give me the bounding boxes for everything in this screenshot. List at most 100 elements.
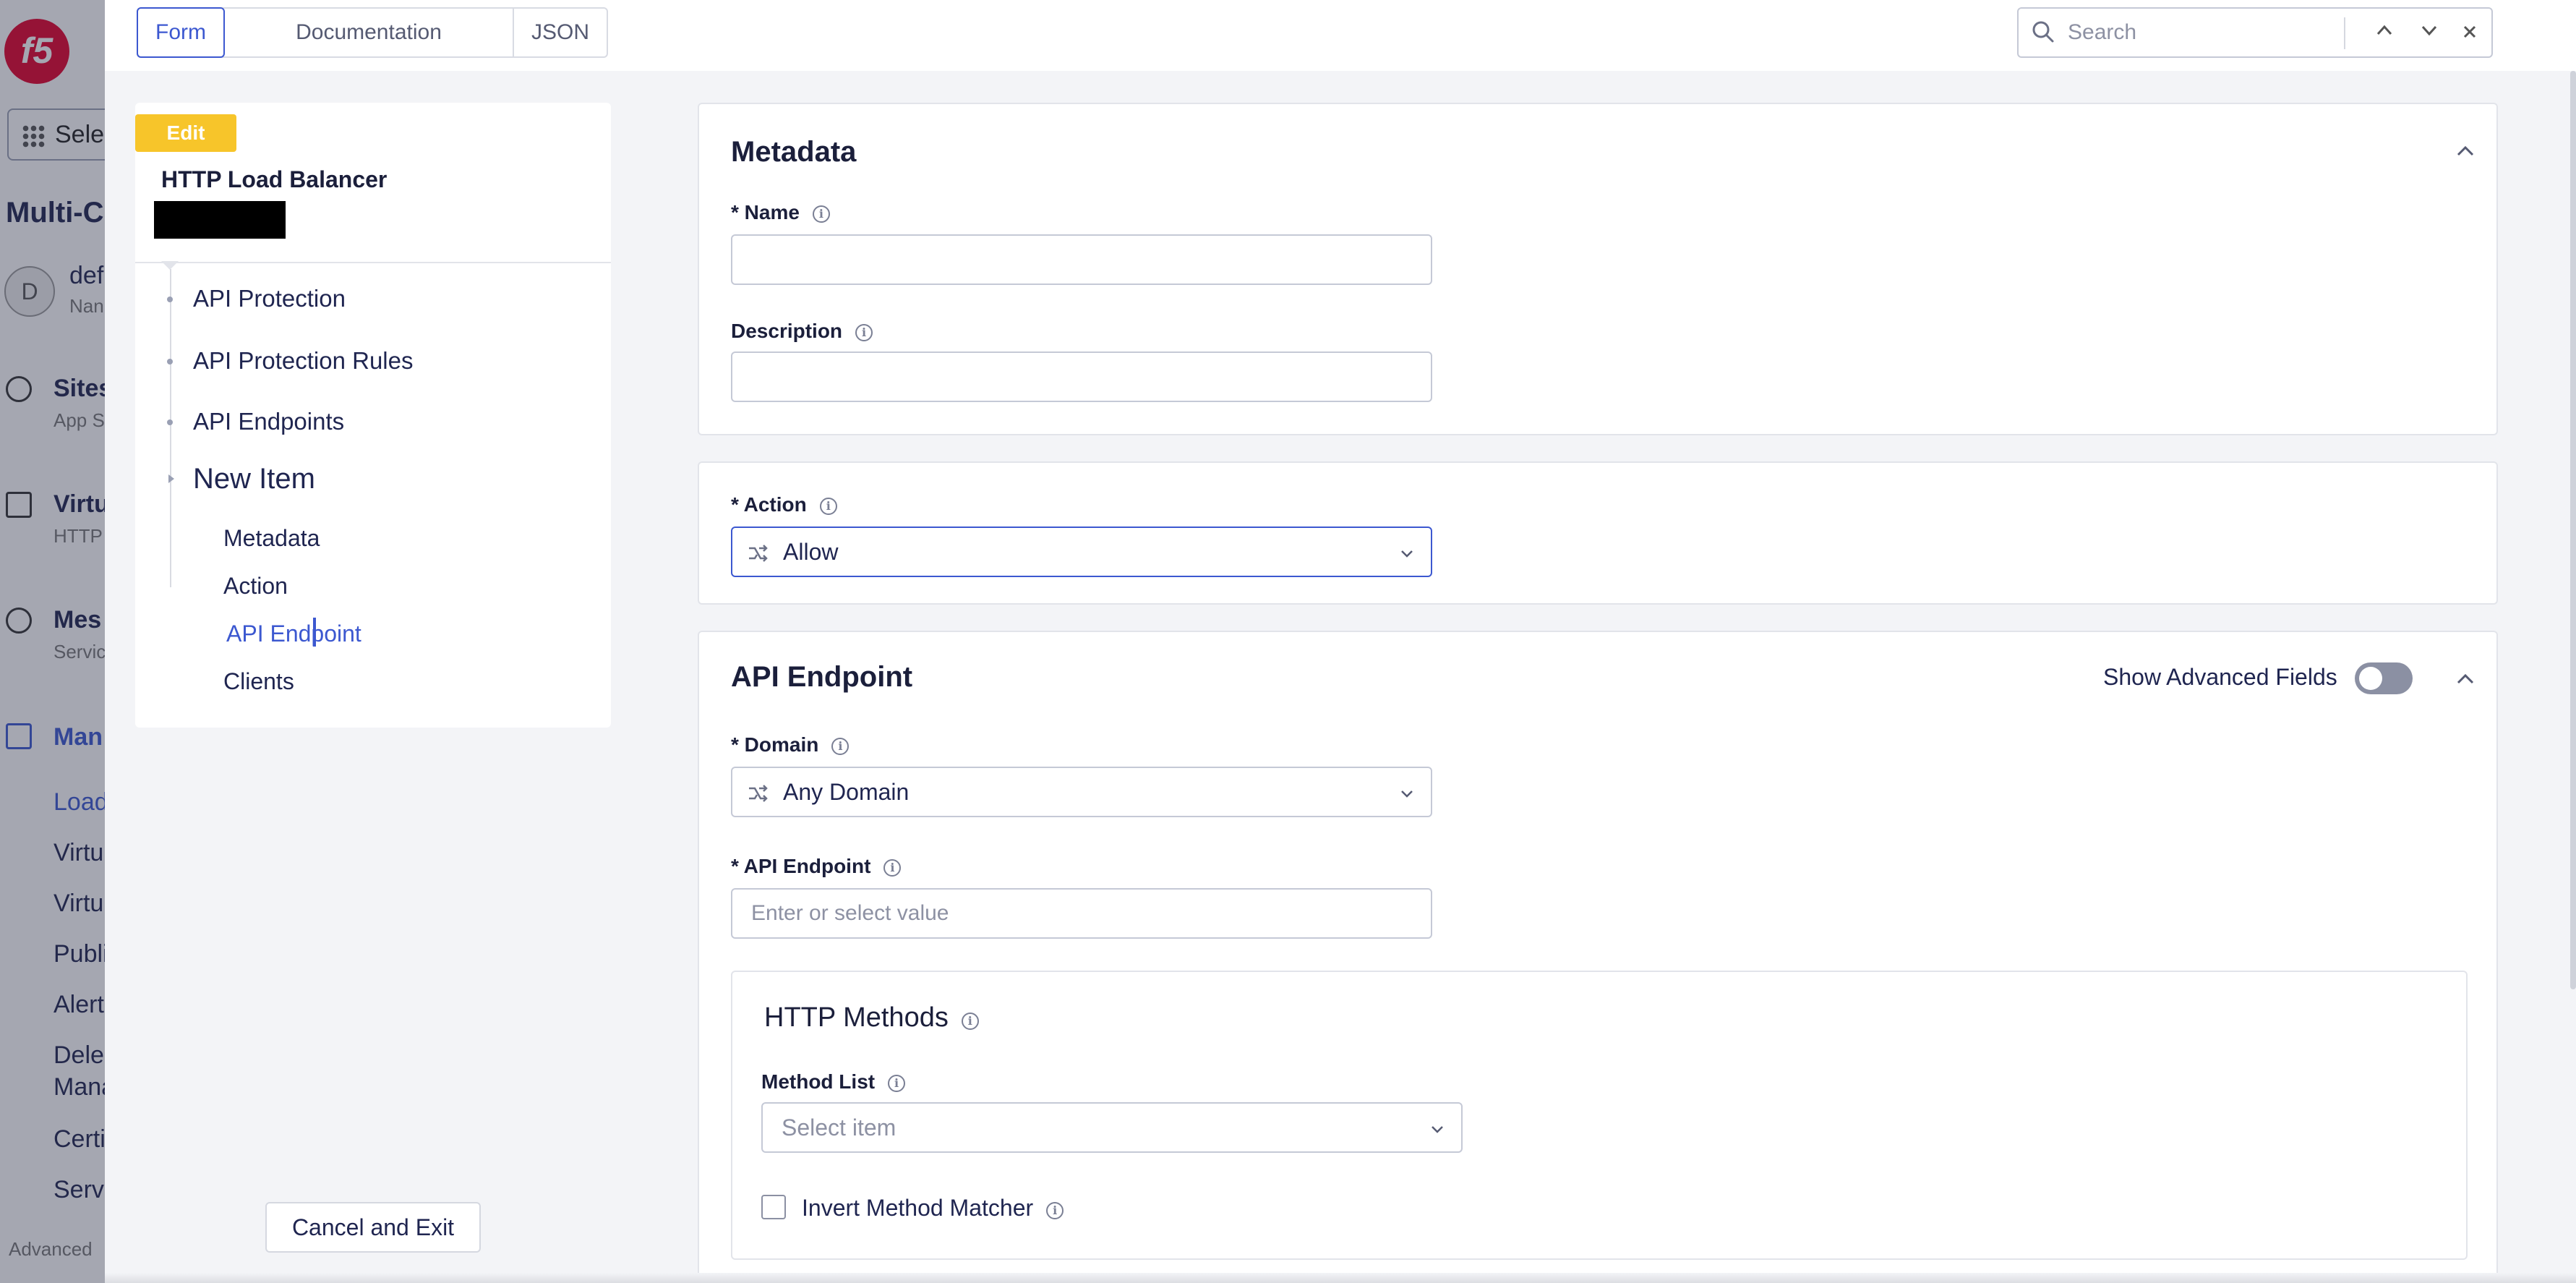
sub-nav-certi: Certi — [54, 1125, 105, 1153]
view-tabs: Form Documentation JSON — [137, 7, 609, 58]
outline-sub-metadata[interactable]: Metadata — [223, 525, 320, 552]
app-title: Multi-C — [6, 197, 104, 229]
outline-sub-clients[interactable]: Clients — [223, 668, 294, 695]
nav-manage: Man — [54, 723, 103, 751]
http-methods-title-text: HTTP Methods — [764, 1002, 949, 1033]
info-icon[interactable]: i — [812, 205, 830, 223]
sub-nav-virtu-1: Virtu — [54, 839, 104, 866]
chevron-down-icon — [1401, 550, 1413, 558]
form-outline-sidebar: Edit HTTP Load Balancer API Protection A… — [135, 103, 611, 728]
chevron-up-icon — [2376, 25, 2392, 35]
description-label-text: Description — [731, 320, 843, 342]
api-endpoint-title: API Endpoint — [731, 661, 913, 693]
sub-nav-virtu-2: Virtu — [54, 890, 104, 917]
info-icon[interactable]: i — [855, 324, 873, 341]
search-close-button[interactable] — [2455, 19, 2484, 48]
sub-nav-alert: Alert — [54, 991, 104, 1018]
metadata-title: Metadata — [731, 136, 857, 168]
search-input[interactable] — [2068, 16, 2335, 49]
api-endpoint-label-text: * API Endpoint — [731, 855, 871, 877]
info-icon[interactable]: i — [1046, 1202, 1064, 1219]
virtual-hosts-icon — [6, 492, 32, 518]
close-icon — [2463, 25, 2476, 38]
outline-item-api-endpoints[interactable]: API Endpoints — [193, 408, 344, 435]
domain-select-value: Any Domain — [783, 779, 910, 805]
nav-sites-sub: App S — [54, 409, 105, 431]
sites-icon — [6, 376, 32, 402]
tab-json[interactable]: JSON — [514, 9, 607, 56]
sidebar-divider — [135, 262, 611, 263]
description-input[interactable] — [731, 351, 1432, 402]
info-icon[interactable]: i — [888, 1075, 906, 1092]
grid-icon — [22, 124, 45, 148]
search-prev-button[interactable] — [2370, 19, 2399, 48]
search-divider — [2344, 17, 2345, 49]
namespace-name: def — [69, 262, 104, 289]
outline-sub-api-endpoint[interactable]: API Endpoint — [226, 621, 361, 647]
nav-mesh: Mes — [54, 606, 102, 634]
invert-method-matcher-text: Invert Method Matcher — [802, 1195, 1034, 1221]
http-methods-section: HTTP Methods i Method List i Select item I… — [731, 971, 2468, 1260]
sub-nav-servi: Servi — [54, 1176, 105, 1203]
domain-select[interactable]: Any Domain — [731, 767, 1432, 817]
info-icon[interactable]: i — [883, 859, 902, 877]
chevron-down-icon — [1401, 790, 1413, 798]
action-select[interactable]: Allow — [731, 527, 1432, 577]
invert-method-matcher-label: Invert Method Matcher i — [802, 1195, 1064, 1222]
cancel-and-exit-button[interactable]: Cancel and Exit — [265, 1202, 481, 1253]
chevron-up-icon[interactable] — [2456, 670, 2475, 689]
method-list-label-text: Method List — [761, 1070, 876, 1093]
action-label: * Action i — [731, 493, 837, 516]
bottom-shadow — [105, 1273, 2576, 1283]
sub-nav-deleg: Deleg — [54, 1041, 105, 1069]
outline-item-api-protection-rules[interactable]: API Protection Rules — [193, 347, 413, 375]
search-box — [2017, 7, 2493, 58]
method-list-placeholder: Select item — [782, 1114, 897, 1141]
action-label-text: * Action — [731, 493, 807, 516]
namespace-avatar: D — [4, 266, 55, 317]
scrollbar[interactable] — [2570, 71, 2576, 989]
info-icon[interactable]: i — [819, 498, 837, 515]
name-label: * Name i — [731, 201, 830, 224]
http-methods-title: HTTP Methods i — [764, 1002, 979, 1033]
sub-nav-publi: Publi — [54, 940, 105, 968]
search-icon — [2032, 21, 2054, 43]
method-list-select[interactable]: Select item — [761, 1102, 1463, 1153]
outline-item-api-protection[interactable]: API Protection — [193, 285, 346, 312]
api-endpoint-input[interactable] — [731, 888, 1432, 939]
search-next-button[interactable] — [2415, 19, 2444, 48]
chevron-up-icon[interactable] — [2456, 142, 2475, 161]
show-advanced-fields-toggle[interactable] — [2355, 662, 2413, 694]
object-type-title: HTTP Load Balancer — [161, 166, 388, 192]
wrench-icon — [6, 723, 32, 749]
outline-dot — [167, 359, 173, 365]
info-icon[interactable]: i — [961, 1013, 979, 1030]
top-bar: Form Documentation JSON — [105, 0, 2576, 71]
name-input[interactable] — [731, 234, 1432, 285]
tab-documentation[interactable]: Documentation — [225, 9, 514, 56]
tab-form[interactable]: Form — [137, 7, 225, 58]
mesh-icon — [6, 608, 32, 634]
nav-virtual-sub: HTTP — [54, 525, 103, 547]
edit-badge: Edit — [135, 114, 236, 152]
background-app-nav: f5 Sele Multi-C D def Nan Sites App S Vi… — [0, 0, 105, 1283]
toggle-knob — [2359, 667, 2382, 690]
chevron-down-icon — [2421, 25, 2437, 36]
choice-icon — [749, 545, 768, 562]
invert-method-matcher-checkbox[interactable] — [761, 1195, 786, 1219]
namespace-sub: Nan — [69, 295, 104, 317]
outline-sub-action[interactable]: Action — [223, 573, 288, 600]
domain-label: * Domain i — [731, 733, 850, 756]
nav-virtual: Virtu — [54, 490, 105, 518]
outline-dot — [167, 419, 173, 425]
edit-form-panel: Form Documentation JSON Edit HTTP L — [105, 0, 2576, 1283]
api-endpoint-label: * API Endpoint i — [731, 855, 902, 878]
choice-icon — [749, 785, 768, 802]
workspace-select-label: Sele — [55, 121, 105, 148]
caret-right-icon — [168, 474, 174, 483]
workspace-select: Sele — [7, 108, 105, 161]
outline-item-new-item[interactable]: New Item — [193, 463, 315, 495]
name-label-text: * Name — [731, 201, 800, 223]
metadata-section: Metadata * Name i Description i — [698, 103, 2498, 435]
info-icon[interactable]: i — [831, 738, 850, 755]
